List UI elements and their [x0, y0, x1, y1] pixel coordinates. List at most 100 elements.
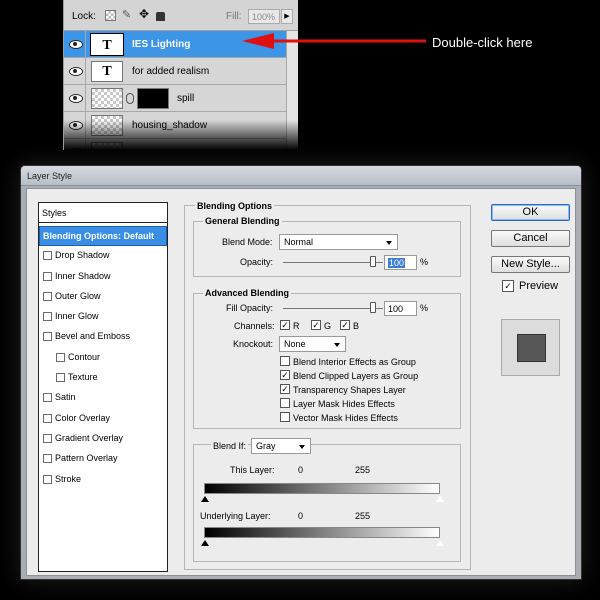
- style-item-blending-options[interactable]: Blending Options: Default: [39, 226, 167, 247]
- preview-box: [501, 319, 560, 376]
- style-checkbox[interactable]: [43, 271, 52, 281]
- style-checkbox[interactable]: [43, 332, 52, 342]
- layer-style-dialog: Layer Style Styles Blending Options: Def…: [20, 165, 582, 580]
- style-checkbox[interactable]: [43, 312, 52, 322]
- blend-interior-checkbox[interactable]: [280, 356, 290, 366]
- callout-text: Double-click here: [432, 35, 533, 50]
- blend-if-label: Blend If:: [211, 441, 249, 451]
- layer-row-spill[interactable]: spill: [64, 85, 286, 112]
- style-item-inner-glow[interactable]: Inner Glow: [39, 307, 167, 327]
- dialog-titlebar[interactable]: Layer Style: [21, 166, 581, 186]
- underlying-layer-black-slider[interactable]: [201, 540, 209, 546]
- preview-swatch: [517, 334, 546, 362]
- style-checkbox[interactable]: [43, 413, 52, 423]
- style-item-outer-glow[interactable]: Outer Glow: [39, 287, 167, 307]
- channel-b-checkbox[interactable]: [340, 320, 350, 330]
- style-item-stroke[interactable]: Stroke: [39, 470, 167, 490]
- fill-slider-arrow-icon[interactable]: ▶: [281, 9, 293, 24]
- fill-opacity-label: Fill Opacity:: [226, 303, 274, 313]
- lock-all-icon[interactable]: [156, 12, 165, 21]
- this-layer-black-slider[interactable]: [201, 496, 209, 502]
- transparency-shapes-checkbox[interactable]: [280, 384, 290, 394]
- opacity-slider-track[interactable]: [283, 262, 383, 263]
- style-checkbox[interactable]: [43, 454, 52, 464]
- chain-link-icon[interactable]: [126, 93, 134, 104]
- blend-if-dropdown[interactable]: Gray: [251, 438, 311, 454]
- transparency-shapes-label: Transparency Shapes Layer: [293, 385, 406, 395]
- channel-g-checkbox[interactable]: [311, 320, 321, 330]
- knockout-dropdown[interactable]: None: [279, 336, 346, 352]
- visibility-eye-icon[interactable]: [64, 85, 86, 111]
- style-item-label: Satin: [55, 392, 76, 403]
- lock-transparent-pixels-icon[interactable]: [105, 10, 116, 21]
- style-checkbox[interactable]: [56, 373, 65, 383]
- vector-mask-hides-label: Vector Mask Hides Effects: [293, 413, 398, 423]
- style-item-inner-shadow[interactable]: Inner Shadow: [39, 267, 167, 287]
- channel-b-label: B: [353, 321, 360, 331]
- blend-if-group: [193, 444, 461, 562]
- channel-g-label: G: [324, 321, 332, 331]
- blending-options-title: Blending Options: [195, 201, 274, 211]
- style-item-satin[interactable]: Satin: [39, 388, 167, 408]
- style-checkbox[interactable]: [56, 352, 65, 362]
- preview-checkbox[interactable]: [502, 280, 514, 292]
- text-layer-thumbnail: T: [90, 33, 124, 56]
- underlying-layer-max: 255: [355, 511, 371, 521]
- style-item-label: Gradient Overlay: [55, 432, 124, 443]
- style-item-bevel-and-emboss[interactable]: Bevel and Emboss: [39, 327, 167, 347]
- layer-name[interactable]: for added realism: [132, 66, 209, 77]
- knockout-value: None: [284, 339, 306, 349]
- lock-label: Lock:: [72, 11, 96, 22]
- this-layer-max: 255: [355, 465, 371, 475]
- callout-arrow-icon: [242, 33, 426, 49]
- general-blending-title: General Blending: [203, 216, 282, 226]
- visibility-eye-icon[interactable]: [64, 31, 86, 57]
- layer-name[interactable]: IES Lighting: [132, 39, 190, 50]
- underlying-layer-label: Underlying Layer:: [200, 511, 271, 521]
- new-style-button[interactable]: New Style...: [491, 256, 570, 273]
- styles-list: Styles Blending Options: Default Drop Sh…: [38, 202, 168, 572]
- style-item-label: Texture: [68, 372, 98, 383]
- style-item-label: Pattern Overlay: [55, 453, 118, 464]
- fill-opacity-slider-track[interactable]: [283, 308, 383, 309]
- preview-label: Preview: [519, 280, 559, 292]
- style-checkbox[interactable]: [43, 474, 52, 484]
- layer-mask-hides-checkbox[interactable]: [280, 398, 290, 408]
- blend-clipped-checkbox[interactable]: [280, 370, 290, 380]
- fill-opacity-slider-thumb[interactable]: [370, 302, 376, 313]
- style-item-pattern-overlay[interactable]: Pattern Overlay: [39, 449, 167, 469]
- lock-image-pixels-icon[interactable]: ✎: [122, 8, 133, 21]
- visibility-eye-icon[interactable]: [64, 58, 86, 84]
- blend-mode-dropdown[interactable]: Normal: [279, 234, 398, 250]
- style-item-contour[interactable]: Contour: [39, 348, 167, 368]
- layer-name[interactable]: spill: [177, 93, 194, 104]
- style-checkbox[interactable]: [43, 251, 52, 261]
- underlying-layer-white-slider[interactable]: [435, 539, 445, 547]
- panel-fade-overlay: [64, 120, 298, 150]
- dialog-title: Layer Style: [27, 171, 73, 181]
- style-checkbox[interactable]: [43, 433, 52, 443]
- fill-label: Fill:: [226, 11, 242, 22]
- styles-header[interactable]: Styles: [39, 203, 167, 223]
- style-checkbox[interactable]: [43, 291, 52, 301]
- layer-mask-thumbnail[interactable]: [137, 88, 169, 109]
- opacity-slider-thumb[interactable]: [370, 256, 376, 267]
- ok-button[interactable]: OK: [491, 204, 570, 221]
- fill-opacity-input[interactable]: 100: [384, 301, 417, 316]
- layer-row-for-added-realism[interactable]: T for added realism: [64, 58, 286, 85]
- fill-input[interactable]: 100%: [248, 9, 280, 24]
- style-item-drop-shadow[interactable]: Drop Shadow: [39, 246, 167, 266]
- lock-position-icon[interactable]: ✥: [139, 7, 150, 21]
- blend-interior-label: Blend Interior Effects as Group: [293, 357, 416, 367]
- opacity-input[interactable]: 100: [384, 255, 417, 270]
- style-item-color-overlay[interactable]: Color Overlay: [39, 409, 167, 429]
- underlying-layer-min: 0: [298, 511, 304, 521]
- this-layer-gradient-bar: [204, 483, 440, 494]
- channel-r-checkbox[interactable]: [280, 320, 290, 330]
- vector-mask-hides-checkbox[interactable]: [280, 412, 290, 422]
- style-item-gradient-overlay[interactable]: Gradient Overlay: [39, 429, 167, 449]
- cancel-button[interactable]: Cancel: [491, 230, 570, 247]
- this-layer-white-slider[interactable]: [435, 495, 445, 503]
- style-item-texture[interactable]: Texture: [39, 368, 167, 388]
- style-checkbox[interactable]: [43, 393, 52, 403]
